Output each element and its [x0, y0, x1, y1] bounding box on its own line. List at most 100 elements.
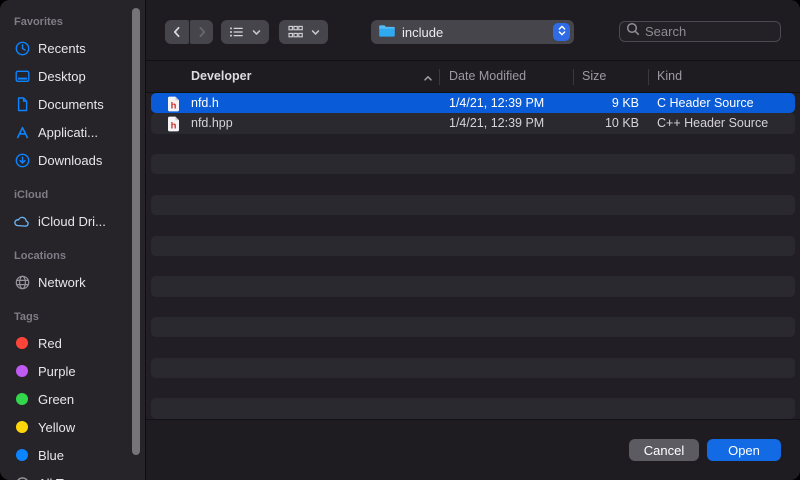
empty-row: [151, 134, 795, 154]
toolbar: include: [146, 0, 800, 60]
sidebar-item-green[interactable]: Green: [0, 385, 145, 413]
empty-row: [151, 276, 795, 296]
applications-icon: [12, 122, 32, 142]
folder-dropdown[interactable]: include: [371, 20, 574, 44]
svg-text:h: h: [171, 100, 177, 111]
column-header-size[interactable]: Size: [582, 61, 606, 92]
sidebar-scrollbar[interactable]: [132, 8, 140, 455]
current-folder-label: include: [402, 25, 553, 40]
empty-row: [151, 174, 795, 194]
column-header-date-modified[interactable]: Date Modified: [449, 61, 526, 92]
empty-row: [151, 256, 795, 276]
sidebar-item-downloads[interactable]: Downloads: [0, 146, 145, 174]
column-header-kind[interactable]: Kind: [657, 61, 682, 92]
empty-row: [151, 195, 795, 215]
sidebar-item-applicati[interactable]: Applicati...: [0, 118, 145, 146]
column-divider[interactable]: [573, 69, 574, 85]
chevron-left-icon: [169, 24, 185, 40]
search-icon: [626, 22, 640, 41]
empty-row: [151, 398, 795, 418]
file-row-nfd-hpp[interactable]: hnfd.hpp1/4/21, 12:39 PM10 KBC++ Header …: [151, 113, 795, 133]
desktop-icon: [12, 66, 32, 86]
empty-row: [151, 215, 795, 235]
cell-kind: C Header Source: [657, 93, 754, 113]
empty-row: [151, 297, 795, 317]
sidebar-item-purple[interactable]: Purple: [0, 357, 145, 385]
empty-row: [151, 337, 795, 357]
sidebar-section-label: Locations: [14, 250, 145, 264]
cell-name: nfd.hpp: [191, 113, 233, 133]
tag-dot-icon: [12, 333, 32, 353]
list-header: Developer Date Modified Size Kind: [146, 60, 800, 93]
sidebar: Favorites Recents Desktop Documents Applicat…: [0, 0, 145, 480]
column-divider[interactable]: [648, 69, 649, 85]
sidebar-item-label: Desktop: [38, 69, 86, 84]
sidebar-section-tags: Tags Red Purple Green Yellow Blue All Tags: [0, 311, 145, 480]
file-list: h nfd.h 1/4/21, 12:39 PM 9 KB C Header Sourc…: [146, 93, 800, 419]
column-divider[interactable]: [439, 69, 440, 85]
cell-date: 1/4/21, 12:39 PM: [449, 93, 544, 113]
sidebar-item-network[interactable]: Network: [0, 268, 145, 296]
chevron-down-icon: [251, 27, 262, 38]
sidebar-item-documents[interactable]: Documents: [0, 90, 145, 118]
cell-name: nfd.h: [191, 93, 219, 113]
sidebar-item-yellow[interactable]: Yellow: [0, 413, 145, 441]
sidebar-section-label: iCloud: [14, 189, 145, 203]
sidebar-item-label: Applicati...: [38, 125, 98, 140]
chevron-down-icon: [310, 27, 321, 38]
all-tags-icon: [12, 473, 32, 480]
tag-dot-icon: [12, 417, 32, 437]
cell-size: 9 KB: [573, 93, 639, 113]
grid-view-icon: [287, 24, 304, 40]
sidebar-item-label: Recents: [38, 41, 86, 56]
sidebar-item-red[interactable]: Red: [0, 329, 145, 357]
file-h-icon: h: [167, 116, 180, 132]
sidebar-item-label: Downloads: [38, 153, 102, 168]
sidebar-section-favorites: Favorites Recents Desktop Documents Applicat…: [0, 16, 145, 174]
cell-date: 1/4/21, 12:39 PM: [449, 113, 544, 133]
sidebar-item-desktop[interactable]: Desktop: [0, 62, 145, 90]
column-header-name[interactable]: Developer: [191, 61, 251, 92]
updown-chevrons-icon: [556, 24, 568, 40]
sidebar-section-locations: Locations Network: [0, 250, 145, 296]
file-h-icon: h: [167, 96, 180, 112]
documents-icon: [12, 94, 32, 114]
empty-row: [151, 154, 795, 174]
recents-icon: [12, 38, 32, 58]
sidebar-section-icloud: iCloud iCloud Dri...: [0, 189, 145, 235]
folder-icon: [378, 24, 396, 41]
sidebar-section-label: Favorites: [14, 16, 145, 30]
sidebar-item-label: Green: [38, 392, 74, 407]
cell-size: 10 KB: [573, 113, 639, 133]
dialog-footer: Cancel Open: [146, 419, 800, 480]
sidebar-item-icloud-dri[interactable]: iCloud Dri...: [0, 207, 145, 235]
sidebar-item-label: Blue: [38, 448, 64, 463]
list-view-button[interactable]: [221, 20, 269, 44]
file-row-nfd-h[interactable]: h nfd.h 1/4/21, 12:39 PM 9 KB C Header Sourc…: [151, 93, 795, 113]
cancel-button[interactable]: Cancel: [629, 439, 699, 461]
sidebar-item-label: Documents: [38, 97, 104, 112]
sidebar-section-label: Tags: [14, 311, 145, 325]
sidebar-item-label: Network: [38, 275, 86, 290]
list-view-icon: [228, 24, 245, 40]
group-view-button[interactable]: [279, 20, 328, 44]
forward-button[interactable]: [190, 20, 213, 44]
empty-row: [151, 378, 795, 398]
search-input[interactable]: [645, 24, 774, 39]
downloads-icon: [12, 150, 32, 170]
sidebar-item-blue[interactable]: Blue: [0, 441, 145, 469]
network-icon: [12, 272, 32, 292]
empty-row: [151, 317, 795, 337]
sidebar-item-recents[interactable]: Recents: [0, 34, 145, 62]
sidebar-item-all-tags[interactable]: All Tags: [0, 469, 145, 480]
dropdown-stepper-icon: [553, 23, 570, 41]
sidebar-item-label: iCloud Dri...: [38, 214, 106, 229]
open-button[interactable]: Open: [707, 439, 781, 461]
open-file-dialog: Favorites Recents Desktop Documents Applicat…: [0, 0, 800, 480]
sidebar-item-label: Purple: [38, 364, 76, 379]
empty-row: [151, 236, 795, 256]
tag-dot-icon: [12, 389, 32, 409]
back-button[interactable]: [165, 20, 189, 44]
search-field[interactable]: [619, 21, 781, 42]
tag-dot-icon: [12, 361, 32, 381]
